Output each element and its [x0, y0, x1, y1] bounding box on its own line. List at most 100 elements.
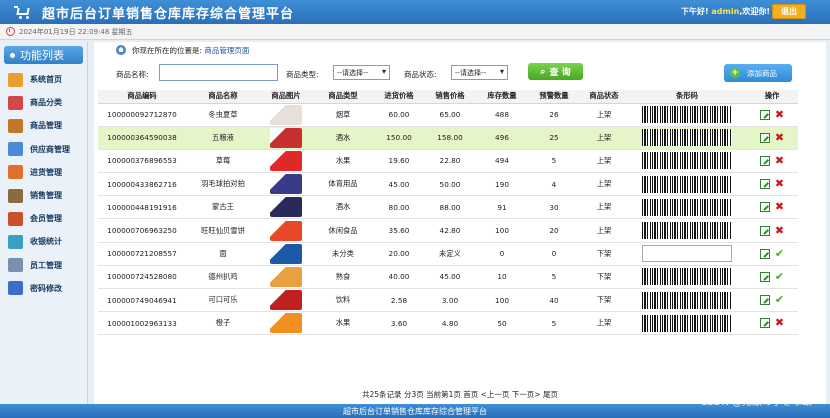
sidebar-item-label: 会员管理: [30, 214, 62, 224]
add-product-button[interactable]: + 添加商品: [724, 64, 792, 82]
product-image: [270, 197, 302, 218]
cell-stock: 100: [476, 218, 528, 243]
table-row[interactable]: 100000749046941 可口可乐 饮料 2.58 3.00 100 40 下架 ✔: [98, 288, 798, 313]
product-type-label: 商品类型:: [286, 70, 319, 79]
sidebar-item-2[interactable]: 商品管理: [0, 114, 87, 137]
table-row[interactable]: 100000721208557 面未分类 20.00 未定义 0 0 下架 ✔: [98, 242, 798, 266]
edit-icon[interactable]: [759, 295, 770, 306]
table-row[interactable]: 100000092712870 冬虫夏草 烟草 60.00 65.00 488 26 上架 ✖: [98, 103, 798, 127]
edit-icon[interactable]: [759, 202, 770, 213]
menu-item-icon: [8, 95, 23, 110]
edit-icon[interactable]: [759, 132, 770, 143]
barcode-image: [642, 175, 732, 193]
cell-warn: 4: [528, 172, 580, 197]
checkmark-icon[interactable]: ✔: [775, 248, 785, 259]
cell-buy-price: 45.00: [374, 172, 424, 197]
product-status-label: 商品状态:: [404, 70, 437, 79]
edit-icon[interactable]: [759, 109, 770, 120]
table-row[interactable]: 100000706963250 旺旺仙贝雪饼 休闲食品 35.60 42.80 100 20…: [98, 218, 798, 243]
cell-warn: 40: [528, 288, 580, 313]
home-icon: [116, 45, 126, 55]
app-title: 超市后台订单销售仓库库存综合管理平台: [42, 6, 295, 22]
cell-type: 休闲食品: [312, 218, 374, 243]
cell-code: 100001002963133: [98, 311, 186, 336]
cell-code: 100000749046941: [98, 288, 186, 313]
edit-icon[interactable]: [759, 225, 770, 236]
sidebar-item-5[interactable]: 销售管理: [0, 184, 87, 207]
sidebar-item-6[interactable]: 会员管理: [0, 207, 87, 230]
menu-item-icon: [8, 234, 23, 249]
checkmark-icon[interactable]: ✔: [775, 271, 785, 282]
sidebar-item-8[interactable]: 员工管理: [0, 254, 87, 277]
delete-icon[interactable]: ✖: [775, 317, 785, 328]
edit-icon[interactable]: [759, 155, 770, 166]
date-bar: 2024年01月19日 22:09:48 星期五: [0, 24, 830, 40]
cell-code: 100000706963250: [98, 218, 186, 243]
sidebar-item-4[interactable]: 进货管理: [0, 161, 87, 184]
edit-icon[interactable]: [759, 248, 770, 259]
product-status-select[interactable]: --请选择--: [451, 65, 508, 80]
product-type-select[interactable]: --请选择--: [333, 65, 390, 80]
sidebar-item-0[interactable]: 系统首页: [0, 68, 87, 91]
search-icon: ⌕: [540, 66, 546, 77]
menu-item-icon: [8, 165, 23, 180]
current-datetime: 2024年01月19日 22:09:48 星期五: [19, 27, 133, 36]
delete-icon[interactable]: ✖: [775, 225, 785, 236]
logout-button[interactable]: 退出: [772, 4, 806, 19]
product-name-input[interactable]: [159, 64, 278, 81]
edit-icon[interactable]: [759, 179, 770, 190]
delete-icon[interactable]: ✖: [775, 155, 785, 166]
cell-code: 100000092712870: [98, 103, 186, 127]
delete-icon[interactable]: ✖: [775, 109, 785, 120]
cell-buy-price: 19.60: [374, 149, 424, 174]
delete-icon[interactable]: ✖: [775, 132, 785, 143]
cell-code: 100000721208557: [98, 242, 186, 266]
cell-name: 羽毛球拍对拍: [186, 172, 260, 197]
checkmark-icon[interactable]: ✔: [775, 294, 785, 305]
cell-name: 冬虫夏草: [186, 103, 260, 127]
barcode-image: [642, 222, 732, 240]
cell-buy-price: 20.00: [374, 242, 424, 266]
delete-icon[interactable]: ✖: [775, 178, 785, 189]
table-row[interactable]: 100000376896553 草莓 水果 19.60 22.80 494 5 上架 ✖: [98, 149, 798, 174]
cell-type: 未分类: [312, 242, 374, 266]
sidebar-item-1[interactable]: 商品分类: [0, 91, 87, 114]
edit-icon[interactable]: [759, 318, 770, 329]
table-row[interactable]: 100000448191916 蒙古王 酒水 80.00 88.00 91 30 上架 ✖: [98, 195, 798, 220]
breadcrumb: 你现在所在的位置是: 商品管理页面: [94, 42, 826, 58]
cell-code: 100000364590038: [98, 126, 186, 150]
breadcrumb-current-page[interactable]: 商品管理页面: [204, 46, 249, 55]
sidebar: 功能列表 系统首页 商品分类 商品管理 供应商管理 进货管理 销售管理 会员管理 收银统计 员工…: [0, 42, 88, 404]
column-header: 商品图片: [260, 90, 312, 104]
table-row[interactable]: 100000724528080 德州扒鸡 熟食 40.00 45.00 10 5 下架 ✔: [98, 265, 798, 290]
product-image: [270, 243, 302, 264]
sidebar-item-3[interactable]: 供应商管理: [0, 138, 87, 161]
cell-sell-price: 88.00: [424, 195, 476, 220]
product-image: [270, 220, 302, 241]
edit-icon[interactable]: [759, 271, 770, 282]
table-row[interactable]: 100000433862716 羽毛球拍对拍 体育用品 45.00 50.00 190 4 上…: [98, 172, 798, 197]
cell-warn: 30: [528, 195, 580, 220]
sidebar-item-9[interactable]: 密码修改: [0, 277, 87, 300]
column-header: 预警数量: [528, 90, 580, 104]
product-image: [270, 290, 302, 311]
cell-warn: 5: [528, 311, 580, 336]
cell-warn: 5: [528, 149, 580, 174]
sidebar-item-label: 员工管理: [30, 260, 62, 270]
cell-buy-price: 150.00: [374, 126, 424, 150]
column-header: 库存数量: [476, 90, 528, 104]
bullet-icon: [10, 52, 15, 58]
cell-stock: 91: [476, 195, 528, 220]
clock-icon: [6, 27, 15, 36]
sidebar-item-7[interactable]: 收银统计: [0, 230, 87, 253]
column-header: 商品类型: [312, 90, 374, 104]
menu-item-icon: [8, 142, 23, 157]
table-row[interactable]: 100001002963133 橙子 水果 3.60 4.80 50 5 上架 ✖: [98, 311, 798, 336]
query-button[interactable]: ⌕ 查 询: [528, 63, 583, 80]
cell-stock: 100: [476, 288, 528, 313]
cell-name: 面: [186, 242, 260, 266]
delete-icon[interactable]: ✖: [775, 201, 785, 212]
cell-name: 草莓: [186, 149, 260, 174]
table-row[interactable]: 100000364590038 五粮液 酒水 150.00 158.00 496 25 上架 ✖: [98, 126, 798, 150]
cell-sell-price: 4.80: [424, 311, 476, 336]
